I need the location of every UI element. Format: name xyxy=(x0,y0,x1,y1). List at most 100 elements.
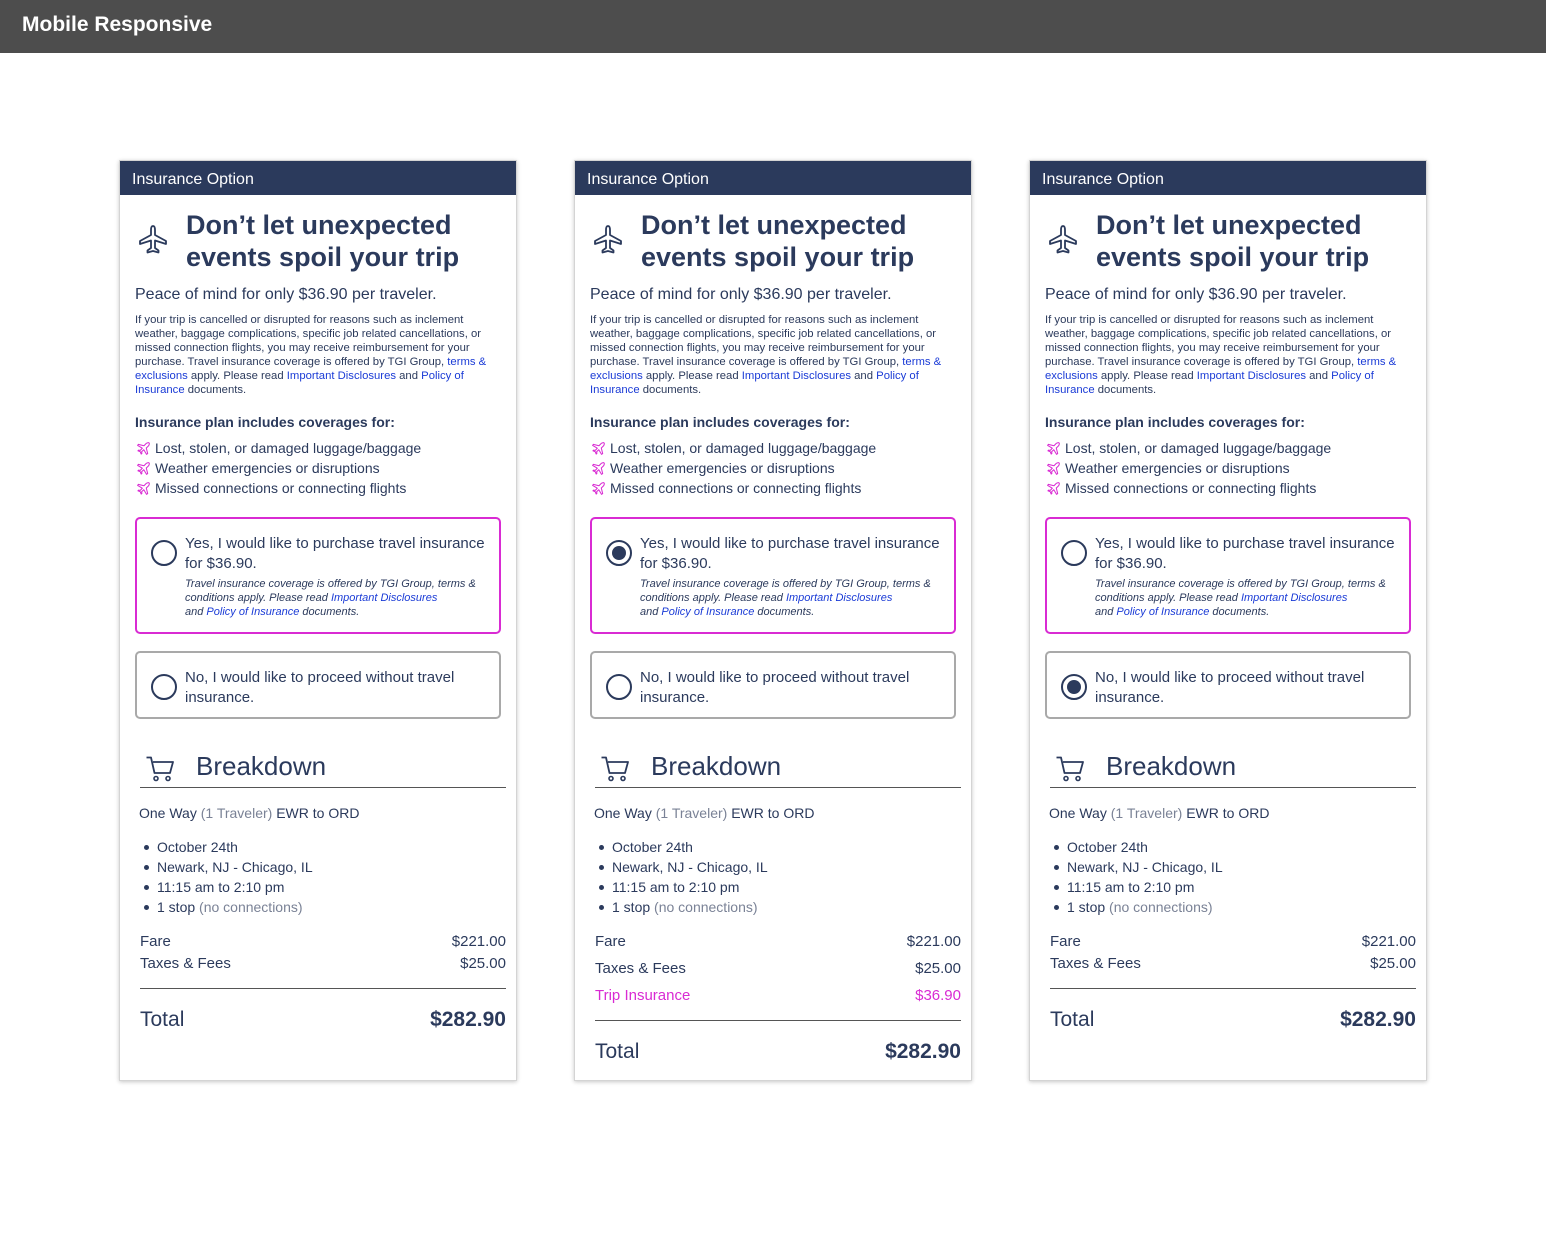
breakdown-title: Breakdown xyxy=(651,751,782,781)
option-no-decline[interactable]: No, I would like to proceed without trav… xyxy=(590,651,956,719)
insurance-description: If your trip is cancelled or disrupted f… xyxy=(590,314,942,396)
coverage-item: Missed connections or connecting flights xyxy=(1047,479,1331,499)
coverage-list: Lost, stolen, or damaged luggage/baggage… xyxy=(137,439,421,499)
detail-time: 11:15 am to 2:10 pm xyxy=(140,878,313,898)
headline: Don’t let unexpected events spoil your t… xyxy=(1096,210,1370,272)
fare-row: Fare $221.00 xyxy=(140,933,506,950)
important-disclosures-link[interactable]: Important Disclosures xyxy=(742,370,851,382)
plane-icon xyxy=(137,482,150,495)
option-yes-fine-print: Travel insurance coverage is offered by … xyxy=(640,578,931,618)
detail-date: October 24th xyxy=(595,838,768,858)
trip-insurance-row: Trip Insurance $36.90 xyxy=(595,987,961,1004)
option-yes-label: Yes, I would like to purchase travel ins… xyxy=(640,535,940,572)
card-header: Insurance Option xyxy=(1030,161,1426,195)
detail-cities: Newark, NJ - Chicago, IL xyxy=(140,858,313,878)
plane-icon xyxy=(592,482,605,495)
option-yes-purchase[interactable]: Yes, I would like to purchase travel ins… xyxy=(1045,517,1411,634)
insurance-card-yes-selected: Insurance Option Don’t let unexpected ev… xyxy=(574,160,972,1081)
taxes-row: Taxes & Fees $25.00 xyxy=(595,960,961,977)
top-bar: Mobile Responsive xyxy=(0,0,1546,53)
plane-icon xyxy=(1047,482,1060,495)
airplane-icon xyxy=(594,225,622,254)
plane-icon xyxy=(137,462,150,475)
headline: Don’t let unexpected events spoil your t… xyxy=(186,210,460,272)
cart-icon xyxy=(146,756,174,782)
important-disclosures-link[interactable]: Important Disclosures xyxy=(1241,592,1347,604)
plane-icon xyxy=(592,442,605,455)
option-yes-label: Yes, I would like to purchase travel ins… xyxy=(1095,535,1395,572)
insurance-card-no-selected: Insurance Option Don’t let unexpected ev… xyxy=(1029,160,1427,1081)
coverage-item: Missed connections or connecting flights xyxy=(592,479,876,499)
important-disclosures-link[interactable]: Important Disclosures xyxy=(331,592,437,604)
cart-icon xyxy=(1056,756,1084,782)
radio-button-selected[interactable] xyxy=(606,540,632,566)
detail-date: October 24th xyxy=(140,838,313,858)
price-subhead: Peace of mind for only $36.90 per travel… xyxy=(1045,286,1347,303)
total-row: Total $282.90 xyxy=(140,1008,506,1031)
option-yes-purchase[interactable]: Yes, I would like to purchase travel ins… xyxy=(135,517,501,634)
important-disclosures-link[interactable]: Important Disclosures xyxy=(1197,370,1306,382)
divider xyxy=(1050,787,1416,788)
card-header: Insurance Option xyxy=(575,161,971,195)
detail-stops: 1 stop (no connections) xyxy=(140,898,313,918)
detail-cities: Newark, NJ - Chicago, IL xyxy=(1050,858,1223,878)
divider xyxy=(595,1020,961,1021)
coverage-item: Weather emergencies or disruptions xyxy=(1047,459,1331,479)
card-header-title: Insurance Option xyxy=(587,171,709,188)
detail-time: 11:15 am to 2:10 pm xyxy=(1050,878,1223,898)
price-subhead: Peace of mind for only $36.90 per travel… xyxy=(590,286,892,303)
divider xyxy=(1050,988,1416,989)
policy-of-insurance-link[interactable]: Policy of Insurance xyxy=(661,606,754,618)
insurance-card-unselected: Insurance Option Don’t let unexpected ev… xyxy=(119,160,517,1081)
card-header-title: Insurance Option xyxy=(1042,171,1164,188)
trip-summary: One Way (1 Traveler) EWR to ORD xyxy=(1049,805,1270,821)
insurance-description: If your trip is cancelled or disrupted f… xyxy=(135,314,487,396)
option-yes-label: Yes, I would like to purchase travel ins… xyxy=(185,535,485,572)
option-yes-purchase[interactable]: Yes, I would like to purchase travel ins… xyxy=(590,517,956,634)
divider xyxy=(140,988,506,989)
breakdown-title: Breakdown xyxy=(1106,751,1237,781)
card-header-title: Insurance Option xyxy=(132,171,254,188)
coverage-item: Lost, stolen, or damaged luggage/baggage xyxy=(137,439,421,459)
airplane-icon xyxy=(1049,225,1077,254)
fare-row: Fare $221.00 xyxy=(595,933,961,950)
plane-icon xyxy=(1047,462,1060,475)
cart-icon xyxy=(601,756,629,782)
option-no-decline[interactable]: No, I would like to proceed without trav… xyxy=(1045,651,1411,719)
trip-summary: One Way (1 Traveler) EWR to ORD xyxy=(139,805,360,821)
coverage-item: Weather emergencies or disruptions xyxy=(137,459,421,479)
plane-icon xyxy=(592,462,605,475)
radio-button[interactable] xyxy=(151,540,177,566)
radio-button-selected[interactable] xyxy=(1061,674,1087,700)
divider xyxy=(595,787,961,788)
coverage-list: Lost, stolen, or damaged luggage/baggage… xyxy=(592,439,876,499)
policy-of-insurance-link[interactable]: Policy of Insurance xyxy=(206,606,299,618)
radio-button[interactable] xyxy=(151,674,177,700)
breakdown-title: Breakdown xyxy=(196,751,327,781)
trip-details: October 24th Newark, NJ - Chicago, IL 11… xyxy=(1050,838,1223,918)
trip-summary: One Way (1 Traveler) EWR to ORD xyxy=(594,805,815,821)
coverage-item: Missed connections or connecting flights xyxy=(137,479,421,499)
coverage-item: Lost, stolen, or damaged luggage/baggage xyxy=(592,439,876,459)
policy-of-insurance-link[interactable]: Policy of Insurance xyxy=(1116,606,1209,618)
card-header: Insurance Option xyxy=(120,161,516,195)
radio-button[interactable] xyxy=(1061,540,1087,566)
airplane-icon xyxy=(139,225,167,254)
detail-cities: Newark, NJ - Chicago, IL xyxy=(595,858,768,878)
option-no-label: No, I would like to proceed without trav… xyxy=(185,669,455,706)
option-no-label: No, I would like to proceed without trav… xyxy=(1095,669,1365,706)
trip-details: October 24th Newark, NJ - Chicago, IL 11… xyxy=(595,838,768,918)
option-no-label: No, I would like to proceed without trav… xyxy=(640,669,910,706)
coverage-list: Lost, stolen, or damaged luggage/baggage… xyxy=(1047,439,1331,499)
taxes-row: Taxes & Fees $25.00 xyxy=(140,955,506,972)
option-no-decline[interactable]: No, I would like to proceed without trav… xyxy=(135,651,501,719)
coverage-item: Weather emergencies or disruptions xyxy=(592,459,876,479)
radio-button[interactable] xyxy=(606,674,632,700)
total-row: Total $282.90 xyxy=(595,1040,961,1063)
trip-details: October 24th Newark, NJ - Chicago, IL 11… xyxy=(140,838,313,918)
coverage-title: Insurance plan includes coverages for: xyxy=(135,414,395,430)
important-disclosures-link[interactable]: Important Disclosures xyxy=(786,592,892,604)
important-disclosures-link[interactable]: Important Disclosures xyxy=(287,370,396,382)
insurance-description: If your trip is cancelled or disrupted f… xyxy=(1045,314,1397,396)
detail-date: October 24th xyxy=(1050,838,1223,858)
